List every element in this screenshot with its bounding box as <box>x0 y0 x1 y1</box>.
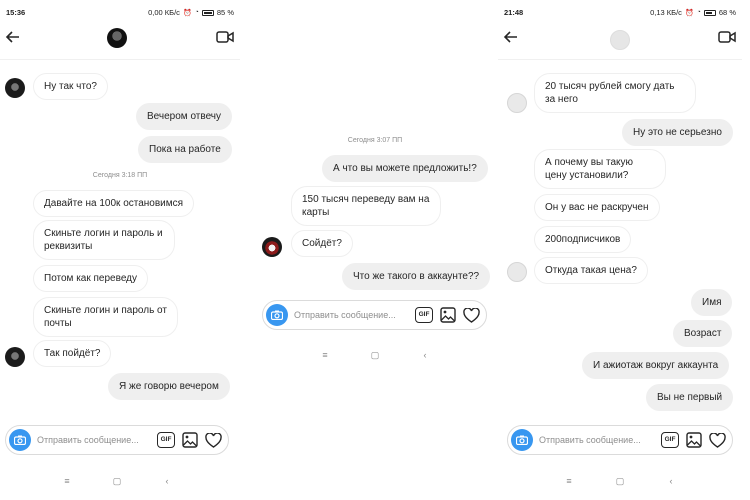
message-timestamp: Сегодня 3:18 ПП <box>92 172 148 179</box>
dm-screen-1: 15:36 0,00 КБ/с ⏰ ◔ 85 % Ну так что? Веч… <box>0 0 240 500</box>
message-bubble: Скиньте логин и пароль и реквизиты <box>33 220 175 260</box>
gallery-icon[interactable] <box>440 307 456 323</box>
back-arrow-icon[interactable] <box>502 28 520 46</box>
system-nav-bar: ≡ ▢ ‹ <box>255 346 495 366</box>
dm-screen-3: 21:48 0,13 КБ/с ⏰ ◔ 68 % 20 тысяч рублей… <box>498 0 742 500</box>
message-bubble: Сойдёт? <box>291 230 353 257</box>
gallery-icon[interactable] <box>686 432 702 448</box>
message-bubble: Ну это не серьезно <box>622 119 733 146</box>
sender-avatar[interactable] <box>5 78 25 98</box>
message-bubble: Возраст <box>673 320 733 347</box>
message-bubble: Так пойдёт? <box>33 340 112 367</box>
message-bubble: Пока на работе <box>138 136 232 163</box>
heart-icon[interactable] <box>205 432 222 448</box>
back-nav-icon[interactable]: ‹ <box>162 476 172 486</box>
message-bubble: Скиньте логин и пароль от почты <box>33 297 178 337</box>
message-bubble: 150 тысяч переведу вам на карты <box>291 186 441 226</box>
battery-level: 85 % <box>216 8 234 17</box>
back-nav-icon[interactable]: ‹ <box>666 476 676 486</box>
dm-screen-2: Сегодня 3:07 ПП А что вы можете предложи… <box>255 0 495 500</box>
sender-avatar[interactable] <box>262 237 282 257</box>
wifi-icon: ◔ <box>194 9 199 16</box>
network-speed: 0,13 КБ/с <box>650 8 682 17</box>
message-bubble: Давайте на 100к остановимся <box>33 190 195 217</box>
sender-avatar[interactable] <box>507 262 527 282</box>
message-bubble: Что же такого в аккаунте?? <box>342 263 491 290</box>
heart-icon[interactable] <box>709 432 726 448</box>
message-composer[interactable]: Отправить сообщение... GIF <box>5 425 229 455</box>
header-avatar[interactable] <box>610 30 630 50</box>
chat-header <box>498 22 742 60</box>
system-nav-bar: ≡ ▢ ‹ <box>498 472 742 492</box>
status-time: 21:48 <box>504 8 524 17</box>
message-timestamp: Сегодня 3:07 ПП <box>347 137 403 144</box>
message-bubble: 200подписчиков <box>534 226 632 253</box>
sender-avatar[interactable] <box>507 93 527 113</box>
message-bubble: Вечером отвечу <box>136 103 233 130</box>
gif-icon[interactable]: GIF <box>157 432 175 448</box>
wifi-icon: ◔ <box>696 9 701 16</box>
menu-icon[interactable]: ≡ <box>62 476 72 486</box>
camera-icon <box>271 310 283 320</box>
back-nav-icon[interactable]: ‹ <box>420 350 430 360</box>
message-bubble: Я же говорю вечером <box>108 373 230 400</box>
camera-icon <box>14 435 26 445</box>
video-call-icon[interactable] <box>718 30 736 44</box>
system-nav-bar: ≡ ▢ ‹ <box>0 472 240 492</box>
home-icon[interactable]: ▢ <box>615 476 625 486</box>
message-bubble: Откуда такая цена? <box>534 257 648 284</box>
message-bubble: Вы не первый <box>646 384 734 411</box>
gallery-icon[interactable] <box>182 432 198 448</box>
home-icon[interactable]: ▢ <box>112 476 122 486</box>
message-input[interactable]: Отправить сообщение... <box>539 435 641 445</box>
heart-icon[interactable] <box>463 307 480 323</box>
camera-button[interactable] <box>9 429 31 451</box>
status-bar: 21:48 0,13 КБ/с ⏰ ◔ 68 % <box>498 6 742 20</box>
status-bar: 15:36 0,00 КБ/с ⏰ ◔ 85 % <box>0 6 240 20</box>
message-bubble: Он у вас не раскручен <box>534 194 660 221</box>
message-bubble: А что вы можете предложить!? <box>322 155 488 182</box>
message-composer[interactable]: Отправить сообщение... GIF <box>507 425 733 455</box>
battery-level: 68 % <box>718 8 736 17</box>
menu-icon[interactable]: ≡ <box>564 476 574 486</box>
message-composer[interactable]: Отправить сообщение... GIF <box>262 300 487 330</box>
message-bubble: Ну так что? <box>33 73 108 100</box>
message-input[interactable]: Отправить сообщение... <box>37 435 139 445</box>
alarm-icon: ⏰ <box>182 9 192 17</box>
message-bubble: Потом как переведу <box>33 265 148 292</box>
header-avatar[interactable] <box>107 28 127 48</box>
message-bubble: И ажиотаж вокруг аккаунта <box>582 352 730 379</box>
gif-icon[interactable]: GIF <box>415 307 433 323</box>
message-input[interactable]: Отправить сообщение... <box>294 310 396 320</box>
sender-avatar[interactable] <box>5 347 25 367</box>
camera-icon <box>516 435 528 445</box>
battery-icon <box>201 9 214 16</box>
network-speed: 0,00 КБ/с <box>148 8 180 17</box>
home-icon[interactable]: ▢ <box>370 350 380 360</box>
alarm-icon: ⏰ <box>684 9 694 17</box>
gif-icon[interactable]: GIF <box>661 432 679 448</box>
camera-button[interactable] <box>266 304 288 326</box>
battery-icon <box>703 9 716 16</box>
menu-icon[interactable]: ≡ <box>320 350 330 360</box>
chat-header <box>0 22 240 60</box>
video-call-icon[interactable] <box>216 30 234 44</box>
message-bubble: Имя <box>691 289 733 316</box>
back-arrow-icon[interactable] <box>4 28 22 46</box>
message-bubble: А почему вы такую цену установили? <box>534 149 666 189</box>
message-bubble: 20 тысяч рублей смогу дать за него <box>534 73 696 113</box>
camera-button[interactable] <box>511 429 533 451</box>
status-time: 15:36 <box>6 8 26 17</box>
